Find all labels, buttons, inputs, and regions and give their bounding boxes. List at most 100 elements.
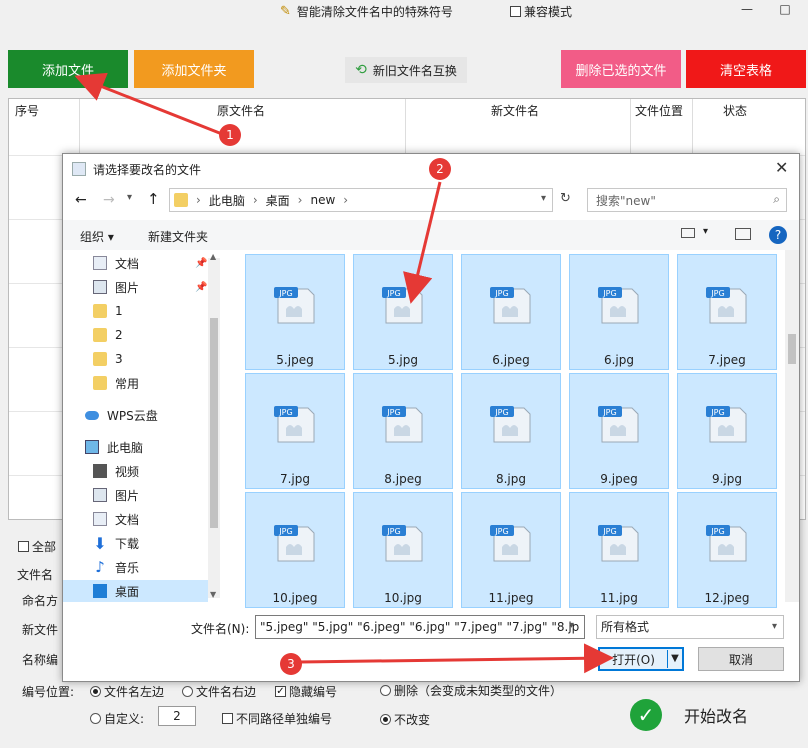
file-tile[interactable]: JPG 12.jpeg	[677, 492, 777, 608]
file-tile[interactable]: JPG 6.jpg	[569, 254, 669, 370]
add-files-button[interactable]: 添加文件	[8, 50, 128, 88]
nav-item-documents-pc[interactable]: 文档	[93, 508, 139, 530]
view-options-icon[interactable]	[681, 228, 695, 238]
file-tile[interactable]: JPG 5.jpg	[353, 254, 453, 370]
file-tile[interactable]: JPG 11.jpeg	[461, 492, 561, 608]
custom-position-radio[interactable]: 自定义:	[90, 710, 144, 727]
file-tile[interactable]: JPG 11.jpg	[569, 492, 669, 608]
refresh-icon[interactable]: ↻	[560, 191, 571, 206]
column-header-new-name[interactable]: 新文件名	[491, 99, 539, 123]
file-type-filter[interactable]: 所有格式 ▾	[596, 615, 784, 639]
column-divider	[79, 99, 80, 155]
nav-item-common[interactable]: 常用	[93, 372, 139, 394]
file-tile[interactable]: JPG 8.jpeg	[353, 373, 453, 489]
grid-scroll-thumb[interactable]	[788, 334, 796, 364]
position-left-dot[interactable]	[90, 686, 101, 697]
filename-input[interactable]: "5.jpeg" "5.jpg" "6.jpeg" "6.jpg" "7.jpe…	[255, 615, 585, 639]
custom-position-dot[interactable]	[90, 713, 101, 724]
nav-item-wps-cloud[interactable]: WPS云盘	[85, 404, 158, 426]
compat-mode-checkbox[interactable]: 兼容模式	[510, 3, 572, 20]
select-all-checkbox[interactable]: 全部	[18, 538, 56, 555]
nav-item-documents[interactable]: 文档 📌	[93, 252, 207, 274]
forward-arrow-icon[interactable]: →	[103, 192, 115, 208]
preview-pane-icon[interactable]	[735, 228, 751, 240]
hide-number-box[interactable]	[275, 686, 286, 697]
back-arrow-icon[interactable]: ←	[75, 192, 87, 208]
view-dropdown-icon[interactable]: ▾	[703, 226, 708, 237]
separate-numbering-checkbox[interactable]: 不同路径单独编号	[222, 710, 332, 727]
delete-extension-radio[interactable]: 删除（会变成未知类型的文件）	[380, 682, 562, 699]
file-tile[interactable]: JPG 10.jpeg	[245, 492, 345, 608]
maximize-icon[interactable]: □	[774, 2, 796, 20]
nav-item-desktop[interactable]: 桌面	[63, 580, 208, 602]
column-header-original-name[interactable]: 原文件名	[217, 99, 265, 123]
scroll-up-icon[interactable]: ▲	[210, 252, 216, 261]
file-tile[interactable]: JPG 9.jpeg	[569, 373, 669, 489]
path-segment-computer[interactable]: 此电脑	[209, 192, 245, 209]
new-folder-button[interactable]: 新建文件夹	[148, 228, 208, 245]
delete-extension-dot[interactable]	[380, 685, 391, 696]
path-segment-new[interactable]: new	[310, 193, 335, 207]
file-tile[interactable]: JPG 7.jpg	[245, 373, 345, 489]
nav-item-folder-3[interactable]: 3	[93, 348, 123, 370]
swap-names-button[interactable]: ⟲ 新旧文件名互换	[345, 57, 467, 83]
file-grid[interactable]: JPG 5.jpeg JPG 5.jpg JPG 6.jpeg JPG 6.jpg JPG 7.j…	[241, 250, 799, 608]
nav-scrollbar[interactable]	[208, 258, 220, 598]
file-tile[interactable]: JPG 7.jpeg	[677, 254, 777, 370]
nav-item-folder-2[interactable]: 2	[93, 324, 123, 346]
address-bar[interactable]: › 此电脑 › 桌面 › new ›	[169, 188, 553, 212]
column-header-index[interactable]: 序号	[15, 99, 39, 123]
file-tile[interactable]: JPG 8.jpg	[461, 373, 561, 489]
close-icon[interactable]: ✕	[775, 158, 788, 177]
open-button[interactable]: 打开(O) ▼	[598, 647, 684, 671]
nav-item-videos[interactable]: 视频	[93, 460, 139, 482]
navigation-pane[interactable]: 文档 📌 图片 📌 1 2 3 常用 WPS云盘 此电脑 视频 图片 文档 ⬇ …	[63, 250, 223, 602]
compat-mode-box[interactable]	[510, 6, 521, 17]
position-left-radio[interactable]: 文件名左边	[90, 683, 164, 700]
cancel-button[interactable]: 取消	[698, 647, 784, 671]
file-tile[interactable]: JPG 5.jpeg	[245, 254, 345, 370]
no-change-dot[interactable]	[380, 714, 391, 725]
file-tile[interactable]: JPG 9.jpg	[677, 373, 777, 489]
separate-numbering-box[interactable]	[222, 713, 233, 724]
address-dropdown-icon[interactable]: ▾	[541, 193, 546, 204]
search-icon[interactable]: ⌕	[773, 192, 780, 207]
open-dropdown-icon[interactable]: ▼	[667, 650, 682, 668]
dialog-toolbar: 组织 ▾ 新建文件夹 ▾ ?	[63, 220, 799, 250]
search-input[interactable]: 搜索"new" ⌕	[587, 188, 787, 212]
nav-item-pictures[interactable]: 图片 📌	[93, 276, 207, 298]
file-tile[interactable]: JPG 10.jpg	[353, 492, 453, 608]
scroll-down-icon[interactable]: ▼	[210, 590, 216, 599]
column-header-location[interactable]: 文件位置	[635, 99, 683, 123]
organize-menu[interactable]: 组织 ▾	[80, 228, 114, 245]
nav-item-pictures-pc[interactable]: 图片	[93, 484, 139, 506]
hide-number-checkbox[interactable]: 隐藏编号	[275, 683, 337, 700]
file-tile[interactable]: JPG 6.jpeg	[461, 254, 561, 370]
delete-selected-button[interactable]: 删除已选的文件	[561, 50, 681, 88]
function-title[interactable]: ✎ 智能清除文件名中的特殊符号	[280, 0, 470, 22]
recent-dropdown-icon[interactable]: ▾	[127, 192, 132, 203]
nav-item-downloads[interactable]: ⬇ 下载	[93, 532, 139, 554]
column-header-status[interactable]: 状态	[723, 99, 747, 123]
start-rename-button[interactable]: ✓ 开始改名	[630, 692, 800, 738]
help-icon[interactable]: ?	[769, 226, 787, 244]
pin-icon: 📌	[195, 257, 208, 269]
add-folder-button[interactable]: 添加文件夹	[134, 50, 254, 88]
no-change-radio[interactable]: 不改变	[380, 711, 430, 728]
up-arrow-icon[interactable]: ↑	[147, 190, 160, 208]
file-name: 8.jpeg	[384, 472, 422, 486]
grid-scrollbar[interactable]	[785, 250, 799, 602]
position-right-dot[interactable]	[182, 686, 193, 697]
nav-item-music[interactable]: ♪ 音乐	[93, 556, 139, 578]
filename-dropdown-icon[interactable]: ▾	[569, 620, 574, 631]
path-segment-desktop[interactable]: 桌面	[266, 192, 290, 209]
clear-table-button[interactable]: 清空表格	[686, 50, 806, 88]
minimize-icon[interactable]: —	[736, 2, 758, 20]
nav-item-this-pc[interactable]: 此电脑	[85, 436, 143, 458]
select-all-box[interactable]	[18, 541, 29, 552]
chevron-down-icon[interactable]: ▾	[772, 616, 777, 638]
custom-position-input[interactable]: 2	[158, 706, 196, 726]
position-right-radio[interactable]: 文件名右边	[182, 683, 256, 700]
nav-scroll-thumb[interactable]	[210, 318, 218, 528]
nav-item-folder-1[interactable]: 1	[93, 300, 123, 322]
